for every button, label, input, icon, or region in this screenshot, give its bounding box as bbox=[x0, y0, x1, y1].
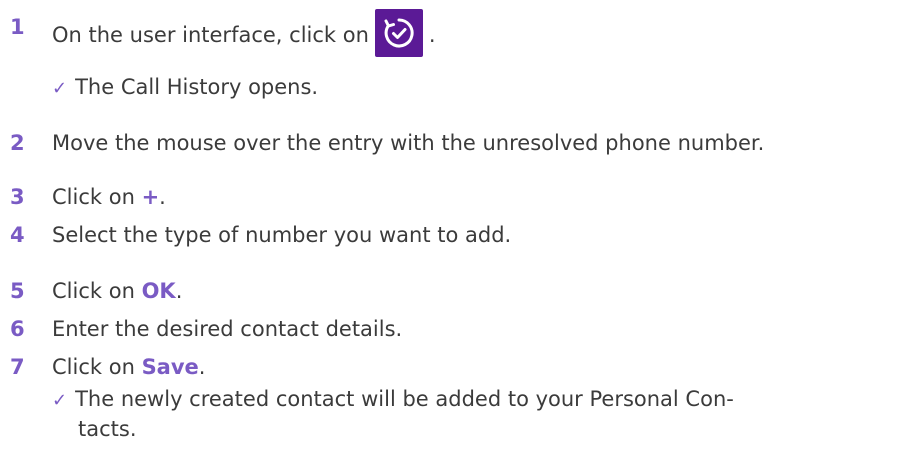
step-text: Click on OK. bbox=[52, 276, 182, 306]
step-text-pre: Click on bbox=[52, 279, 142, 303]
step-7: 7 Click on Save. bbox=[0, 352, 897, 382]
step-number: 7 bbox=[10, 355, 25, 379]
checkmark-icon: ✓ bbox=[52, 390, 68, 411]
step-2: 2 Move the mouse over the entry with the… bbox=[0, 128, 897, 158]
step-6: 6 Enter the desired contact details. bbox=[0, 314, 897, 344]
step-text: Select the type of number you want to ad… bbox=[52, 223, 512, 247]
step-text-post: . bbox=[159, 185, 166, 209]
step-text: Enter the desired contact details. bbox=[52, 317, 403, 341]
step-4: 4 Select the type of number you want to … bbox=[0, 220, 897, 250]
step-number: 2 bbox=[10, 131, 25, 155]
result-call-history: ✓ The Call History opens. bbox=[52, 72, 318, 104]
step-text: Move the mouse over the entry with the u… bbox=[52, 131, 765, 155]
step-text-post: . bbox=[198, 355, 206, 379]
step-text: Click on +. bbox=[52, 182, 166, 212]
step-text-pre: Click on bbox=[52, 355, 142, 379]
checkmark-icon: ✓ bbox=[52, 78, 68, 99]
step-number: 5 bbox=[10, 279, 25, 303]
step-number: 3 bbox=[10, 185, 25, 209]
step-text-pre: On the user interface, click on bbox=[52, 23, 369, 47]
step-text-post: . bbox=[175, 279, 183, 303]
step-3: 3 Click on +. bbox=[0, 182, 897, 212]
step-text: On the user interface, click on. bbox=[52, 9, 436, 60]
step-5: 5 Click on OK. bbox=[0, 276, 897, 306]
result-contact-added-cont: tacts. bbox=[78, 414, 137, 444]
result-text: The Call History opens. bbox=[75, 75, 319, 99]
step-text: Click on Save. bbox=[52, 352, 205, 382]
save-button-label: Save bbox=[141, 355, 199, 379]
ok-button-label: OK bbox=[141, 279, 176, 303]
step-number: 1 bbox=[10, 15, 25, 39]
step-1: 1 On the user interface, click on. bbox=[0, 9, 897, 57]
step-text-pre: Click on bbox=[52, 185, 142, 209]
step-text-post: . bbox=[428, 23, 436, 47]
plus-button-label: + bbox=[141, 185, 160, 209]
call-history-icon bbox=[374, 9, 423, 57]
result-contact-added: ✓ The newly created contact will be added… bbox=[52, 384, 734, 416]
result-text-line1: The newly created contact will be added … bbox=[75, 387, 734, 411]
step-number: 6 bbox=[10, 317, 25, 341]
result-text-line2: tacts. bbox=[78, 417, 137, 441]
step-number: 4 bbox=[10, 223, 25, 247]
